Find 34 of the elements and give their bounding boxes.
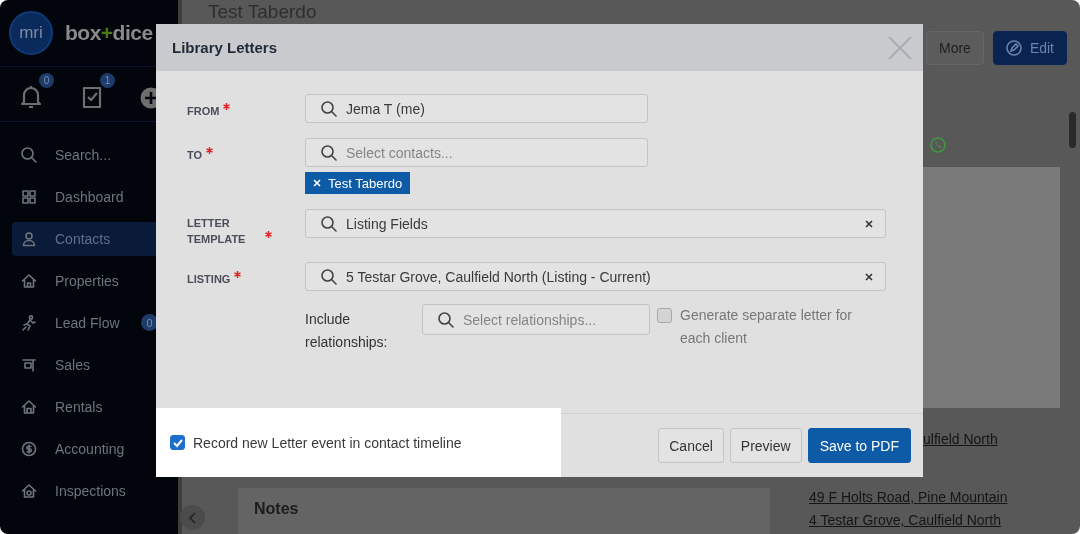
dialog-title: Library Letters — [172, 39, 278, 56]
field-label: LETTER TEMPLATE — [187, 216, 247, 247]
field-label: LISTING — [187, 272, 231, 287]
count-badge: 1 — [100, 73, 115, 88]
dialog-button[interactable]: Cancel — [658, 428, 724, 463]
checkbox-label: Generate separate letter for each client — [680, 306, 853, 348]
sidebar-item[interactable]: Accounting — [12, 432, 178, 466]
search-select[interactable]: Listing Fields — [305, 209, 886, 238]
search-select[interactable]: Jema T (me) — [305, 94, 648, 123]
count-badge: 0 — [39, 73, 54, 88]
sidebar-item[interactable]: Dashboard — [12, 180, 178, 214]
address-link[interactable]: 4 Testar Grove, Caulfield North — [809, 509, 1001, 532]
search-field[interactable]: Select relationships... — [422, 304, 650, 335]
search-select[interactable]: 5 Testar Grove, Caulfield North (Listing - Current) — [305, 262, 886, 291]
field-label: Include relationships: — [305, 310, 389, 352]
section-title: Notes — [254, 500, 300, 518]
brand-logo: mri — [9, 11, 53, 55]
search-field[interactable]: Search... — [12, 138, 178, 172]
dialog-button[interactable]: Preview — [729, 428, 802, 463]
sidebar-item[interactable]: Sales — [12, 348, 178, 382]
address-link[interactable]: 49 F Holts Road, Pine Mountain — [809, 486, 1008, 509]
sidebar-item[interactable]: Properties — [12, 264, 178, 298]
search-field[interactable]: Select contacts... — [305, 138, 648, 167]
sidebar-item[interactable]: Inspections — [12, 474, 178, 508]
more-button[interactable]: More — [925, 31, 984, 65]
brand-name: box+dice — [65, 21, 153, 45]
checkbox-label: Record new Letter event in contact timeline — [193, 434, 462, 451]
contact-tag[interactable]: Test Taberdo — [305, 172, 411, 194]
field-label: FROM — [187, 104, 220, 119]
edit-button[interactable]: Edit — [992, 31, 1067, 65]
save-button[interactable]: Save to PDF — [807, 428, 911, 463]
sidebar-item[interactable]: Rentals — [12, 390, 178, 424]
address-link[interactable]: ulfield North — [923, 428, 998, 451]
field-label: TO — [187, 148, 203, 163]
